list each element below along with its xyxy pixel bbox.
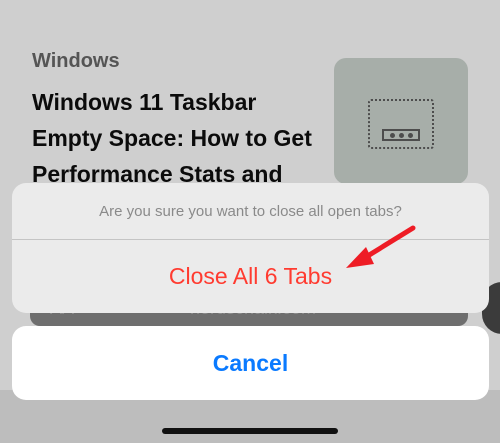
taskbar-bar-icon xyxy=(382,129,420,141)
close-all-tabs-button[interactable]: Close All 6 Tabs xyxy=(12,240,489,313)
dot-icon xyxy=(407,132,413,138)
article-thumbnail xyxy=(334,58,468,184)
dot-icon xyxy=(389,132,395,138)
action-sheet-message: Are you sure you want to close all open … xyxy=(99,202,402,220)
home-indicator xyxy=(162,428,338,434)
dot-icon xyxy=(398,132,404,138)
cancel-button[interactable]: Cancel xyxy=(12,326,489,400)
action-sheet: Are you sure you want to close all open … xyxy=(12,183,489,313)
article-title: Windows 11 Taskbar Empty Space: How to G… xyxy=(32,89,312,187)
taskbar-illustration-icon xyxy=(368,99,434,149)
article-category: Windows xyxy=(32,50,120,72)
